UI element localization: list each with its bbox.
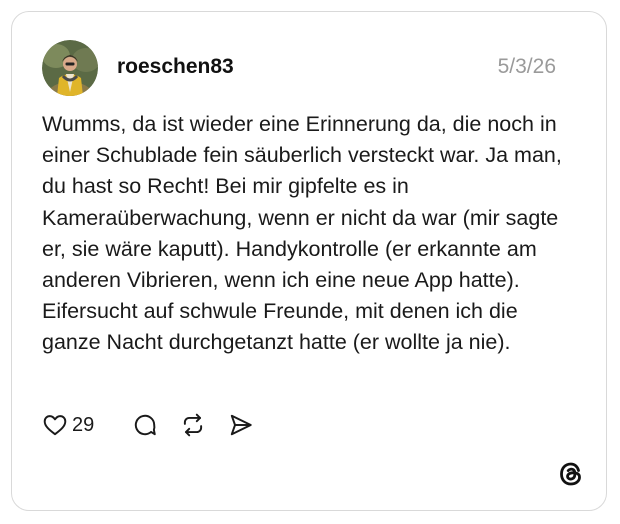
avatar[interactable] bbox=[42, 40, 98, 96]
post-date: 5/3/26 bbox=[497, 55, 556, 78]
comment-bubble-icon bbox=[132, 412, 158, 438]
send-icon bbox=[228, 412, 254, 438]
post-card: roeschen83 5/3/26 Wumms, da ist wieder e… bbox=[11, 11, 607, 511]
action-bar: 29 bbox=[42, 410, 302, 440]
like-button[interactable]: 29 bbox=[42, 410, 94, 440]
threads-logo-icon bbox=[558, 461, 584, 487]
share-button[interactable] bbox=[228, 410, 254, 440]
repost-icon bbox=[180, 412, 206, 438]
post-text: Wumms, da ist wieder eine Erinnerung da,… bbox=[42, 112, 562, 355]
comment-button[interactable] bbox=[132, 410, 158, 440]
heart-icon bbox=[42, 412, 68, 438]
username[interactable]: roeschen83 bbox=[117, 55, 234, 79]
repost-button[interactable] bbox=[180, 410, 206, 440]
post-header: roeschen83 5/3/26 bbox=[42, 40, 556, 96]
like-count: 29 bbox=[72, 413, 95, 436]
